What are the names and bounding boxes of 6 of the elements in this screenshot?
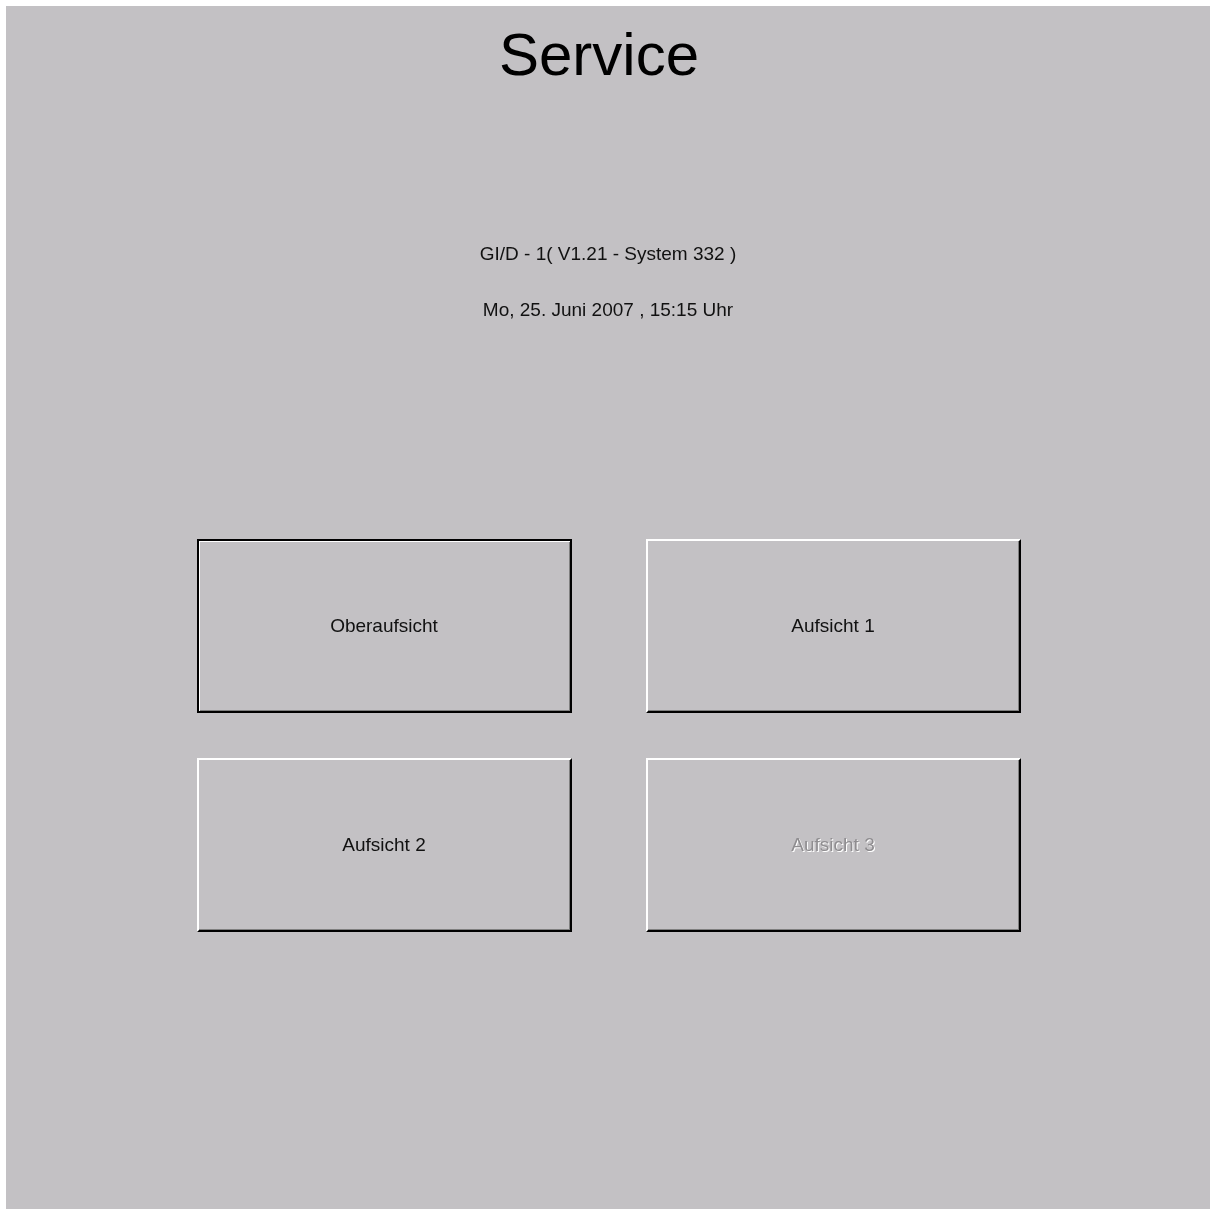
menu-button[interactable]: Oberaufsicht xyxy=(196,539,572,713)
menu-button[interactable]: Aufsicht 2 xyxy=(196,758,572,932)
info-text: Mo, 25. Juni 2007 , 15:15 Uhr xyxy=(482,299,734,321)
info-text: GI/D - 1( V1.21 - System 332 ) xyxy=(479,243,737,265)
page-title: Service xyxy=(498,20,700,90)
menu-button[interactable]: Aufsicht 1 xyxy=(645,539,1021,713)
